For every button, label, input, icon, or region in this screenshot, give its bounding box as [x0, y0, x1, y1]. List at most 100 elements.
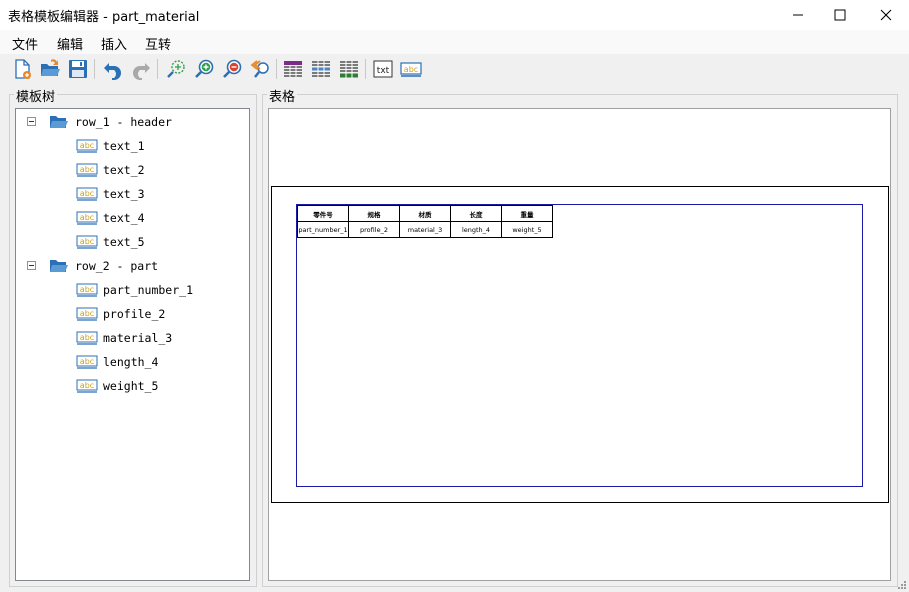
svg-text:abc: abc — [80, 237, 94, 246]
redo-icon — [133, 63, 150, 80]
table-data-cell[interactable]: profile_2 — [348, 221, 400, 238]
tree-leaf-label: profile_2 — [103, 307, 166, 321]
table-purple-header-button[interactable] — [281, 57, 305, 81]
abc-field-icon: abc — [76, 307, 98, 321]
tree-leaf-label: text_1 — [103, 139, 145, 153]
svg-text:abc: abc — [80, 357, 94, 366]
close-icon — [880, 9, 892, 21]
save-button[interactable] — [66, 57, 90, 81]
zoom-fit-button[interactable] — [164, 57, 188, 81]
abc-field-icon: abc — [400, 62, 422, 77]
zoom-previous-button[interactable] — [248, 57, 272, 81]
svg-text:abc: abc — [80, 141, 94, 150]
tree-leaf-item[interactable]: abc material_3 — [16, 327, 246, 349]
minimize-icon — [793, 14, 803, 16]
table-blue-row-button[interactable] — [309, 57, 333, 81]
tree-leaf-label: weight_5 — [103, 379, 159, 393]
txt-icon: txt — [373, 60, 393, 78]
undo-icon — [104, 63, 121, 80]
minimize-button[interactable] — [775, 0, 821, 30]
toolbar-separator — [276, 59, 277, 79]
table-header-cell[interactable]: 长度 — [450, 205, 502, 222]
svg-text:abc: abc — [80, 165, 94, 174]
tree-node-label: row_2 - part — [75, 259, 159, 273]
menu-bar: 文件 编辑 插入 互转 — [0, 30, 909, 54]
undo-button[interactable] — [101, 57, 125, 81]
template-tree[interactable]: row_1 - header abc text_1 abc text_2 abc — [15, 108, 250, 581]
tree-node-label: row_1 - header — [75, 115, 172, 129]
zoom-in-icon — [195, 59, 214, 78]
redo-button[interactable] — [129, 57, 153, 81]
abc-field-icon: abc — [76, 283, 98, 297]
maximize-icon — [834, 9, 846, 21]
table-green-footer-icon — [340, 61, 358, 78]
insert-field-button[interactable]: abc — [399, 57, 423, 81]
table-header-cell[interactable]: 材质 — [399, 205, 451, 222]
resize-grip-icon[interactable] — [897, 580, 907, 590]
title-bar: 表格模板编辑器 - part_material — [0, 0, 909, 30]
tree-leaf-label: text_2 — [103, 163, 145, 177]
tree-leaf-label: part_number_1 — [103, 283, 194, 297]
tree-node-row[interactable]: row_2 - part — [16, 255, 246, 277]
table-data-cell[interactable]: weight_5 — [501, 221, 553, 238]
menu-insert[interactable]: 插入 — [101, 34, 127, 53]
abc-field-icon: abc — [76, 187, 98, 201]
menu-convert[interactable]: 互转 — [145, 34, 171, 53]
menu-file[interactable]: 文件 — [12, 34, 38, 53]
svg-text:abc: abc — [80, 189, 94, 198]
table-canvas[interactable]: 零件号 规格 材质 长度 重量 part_number_1 profile_2 materia… — [268, 108, 891, 581]
tree-leaf-item[interactable]: abc text_4 — [16, 207, 246, 229]
tree-leaf-item[interactable]: abc weight_5 — [16, 375, 246, 397]
close-button[interactable] — [863, 0, 909, 30]
zoom-previous-icon — [250, 60, 269, 78]
zoom-out-button[interactable] — [220, 57, 244, 81]
open-folder-icon — [50, 116, 68, 128]
table-blue-row-icon — [312, 61, 330, 77]
open-folder-icon — [50, 260, 68, 272]
new-file-button[interactable] — [10, 57, 34, 81]
save-icon — [69, 60, 87, 78]
toolbar-separator — [365, 59, 366, 79]
svg-text:txt: txt — [377, 66, 390, 76]
zoom-fit-icon — [167, 60, 185, 78]
table-header-cell[interactable]: 规格 — [348, 205, 400, 222]
tree-leaf-item[interactable]: abc text_2 — [16, 159, 246, 181]
app-window: 表格模板编辑器 - part_material 文件 编辑 插入 互转 txt … — [0, 0, 909, 592]
table-purple-header-icon — [284, 61, 302, 77]
svg-text:abc: abc — [80, 309, 94, 318]
abc-field-icon: abc — [76, 379, 98, 393]
tree-leaf-item[interactable]: abc text_5 — [16, 231, 246, 253]
insert-text-button[interactable]: txt — [371, 57, 395, 81]
tree-panel-title: 模板树 — [14, 86, 58, 105]
table-green-footer-button[interactable] — [337, 57, 361, 81]
tree-leaf-item[interactable]: abc part_number_1 — [16, 279, 246, 301]
table-data-cell[interactable]: length_4 — [450, 221, 502, 238]
tree-leaf-item[interactable]: abc text_3 — [16, 183, 246, 205]
table-header-cell[interactable]: 零件号 — [297, 205, 349, 222]
new-file-icon — [15, 59, 31, 79]
tree-leaf-item[interactable]: abc text_1 — [16, 135, 246, 157]
tree-leaf-label: length_4 — [103, 355, 159, 369]
maximize-button[interactable] — [817, 0, 863, 30]
menu-edit[interactable]: 编辑 — [57, 34, 83, 53]
abc-field-icon: abc — [76, 235, 98, 249]
open-folder-icon — [41, 59, 60, 76]
toolbar-separator — [94, 59, 95, 79]
svg-text:abc: abc — [80, 213, 94, 222]
tree-leaf-item[interactable]: abc length_4 — [16, 351, 246, 373]
open-file-button[interactable] — [38, 57, 62, 81]
table-header-cell[interactable]: 重量 — [501, 205, 553, 222]
tree-leaf-label: text_5 — [103, 235, 145, 249]
table-data-cell[interactable]: part_number_1 — [297, 221, 349, 238]
tree-leaf-item[interactable]: abc profile_2 — [16, 303, 246, 325]
collapse-toggle-icon[interactable] — [27, 261, 36, 270]
window-title: 表格模板编辑器 - part_material — [8, 10, 200, 25]
table-data-cell[interactable]: material_3 — [399, 221, 451, 238]
tree-leaf-label: text_3 — [103, 187, 145, 201]
tree-node-row[interactable]: row_1 - header — [16, 111, 246, 133]
collapse-toggle-icon[interactable] — [27, 117, 36, 126]
abc-field-icon: abc — [76, 139, 98, 153]
svg-text:abc: abc — [80, 333, 94, 342]
zoom-in-button[interactable] — [192, 57, 216, 81]
tree-leaf-label: text_4 — [103, 211, 145, 225]
